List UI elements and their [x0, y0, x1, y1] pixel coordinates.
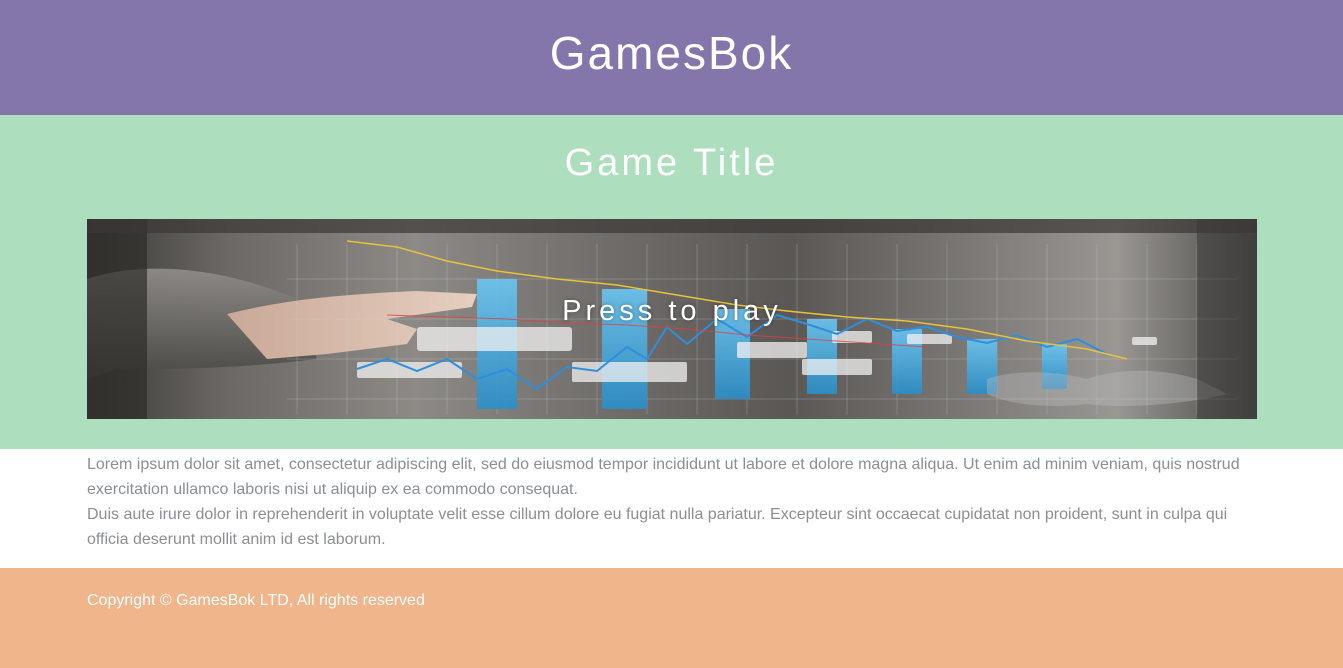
copyright-text: Copyright © GamesBok LTD, All rights res… — [87, 592, 425, 609]
play-banner[interactable]: Press to play — [87, 219, 1257, 419]
description-section: Lorem ipsum dolor sit amet, consectetur … — [87, 452, 1257, 552]
site-footer: Copyright © GamesBok LTD, All rights res… — [0, 568, 1343, 668]
site-header: GamesBok — [0, 0, 1343, 115]
hero-section: Game Title Press to play — [0, 115, 1343, 449]
description-paragraph-1: Lorem ipsum dolor sit amet, consectetur … — [87, 456, 1240, 498]
game-title: Game Title — [564, 142, 779, 184]
description-paragraph-2: Duis aute irure dolor in reprehenderit i… — [87, 506, 1228, 548]
press-to-play-label[interactable]: Press to play — [87, 295, 1257, 328]
site-title: GamesBok — [549, 26, 794, 79]
